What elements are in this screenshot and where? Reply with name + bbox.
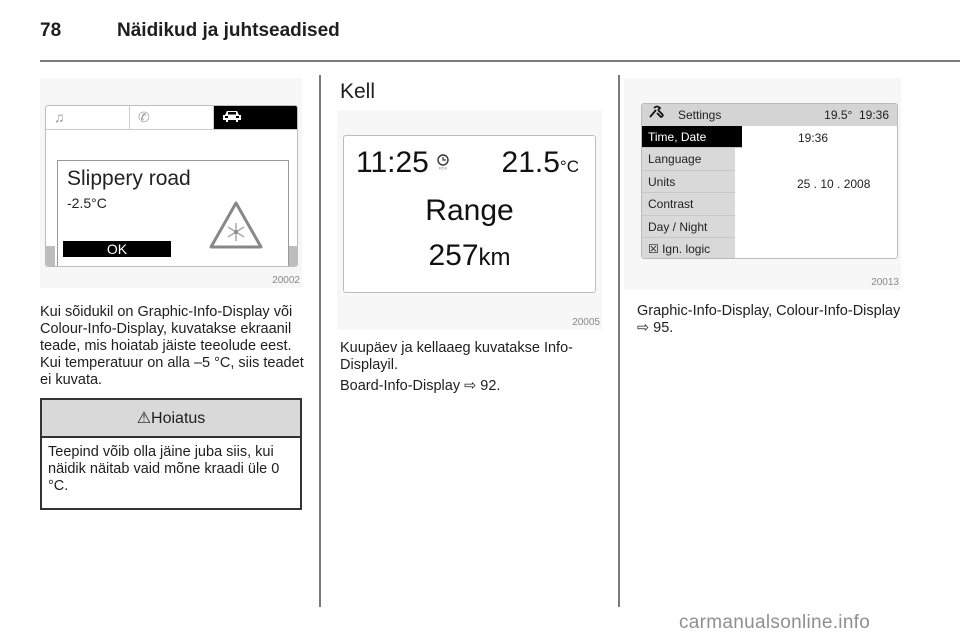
warning-message: Slippery road -2.5°C OK <box>57 160 289 266</box>
scroll-indicator <box>288 246 297 266</box>
figure-id: 20005 <box>572 317 600 328</box>
warning-header: ⚠Hoiatus <box>42 400 300 438</box>
chapter-title: Näidikud ja juhtseadised <box>117 20 340 41</box>
warning-triangle-icon: ⚠ <box>136 410 152 427</box>
tab-audio: ♫ <box>46 106 130 129</box>
settings-header: Settings 19.5° 19:36 <box>642 104 897 126</box>
wrench-icon <box>648 104 666 126</box>
outside-temperature: 21.5°C <box>501 146 579 179</box>
scroll-indicator <box>46 246 55 266</box>
car-icon <box>222 109 242 126</box>
warning-title: Hoiatus <box>151 410 206 427</box>
menu-item-day-night: Day / Night <box>642 215 735 238</box>
display-screen: ♫ ✆ Slippery road -2.5°C OK <box>45 105 298 267</box>
warning-text: Teepind võib olla jäine juba siis, kui n… <box>48 444 280 494</box>
menu-item-ign-logic: ☒ Ign. logic <box>642 237 735 258</box>
paragraph: Kuupäev ja kellaaeg kuvatakse Info-Displ… <box>340 340 573 373</box>
settings-title: Settings <box>678 108 722 122</box>
cross-reference[interactable]: Graphic-Info-Display, Colour-Info-Displa… <box>637 303 907 337</box>
svg-text:RDS: RDS <box>439 166 448 171</box>
date-value: 25 . 10 . 2008 <box>797 177 871 191</box>
paragraph: Kui sõidukil on Graphic-Info-Display või… <box>40 304 304 388</box>
message-temperature: -2.5°C <box>67 195 107 211</box>
section-title: Kell <box>340 80 376 103</box>
ok-button: OK <box>63 241 171 257</box>
warning-box: ⚠Hoiatus Teepind võib olla jäine juba si… <box>40 398 302 510</box>
menu-item-contrast: Contrast <box>642 193 735 216</box>
temperature-unit: °C <box>559 157 579 176</box>
range-label: Range <box>425 194 514 227</box>
header-divider <box>40 60 960 62</box>
watermark: carmanualsonline.info <box>679 612 871 633</box>
time-value: 19:36 <box>798 131 829 145</box>
message-title: Slippery road <box>67 167 191 190</box>
range-unit: km <box>478 244 511 271</box>
settings-figure: Settings 19.5° 19:36 Time, Date Language… <box>624 78 901 290</box>
settings-menu: Time, Date Language Units Contrast Day /… <box>642 126 742 258</box>
figure-id: 20013 <box>871 277 899 288</box>
range-value: 257km <box>428 239 511 272</box>
column-divider <box>319 75 321 607</box>
menu-item-language: Language <box>642 148 735 171</box>
menu-item-time-date: Time, Date <box>642 126 742 149</box>
menu-item-units: Units <box>642 170 735 194</box>
clock-figure: 11:25 RDS 21.5°C Range 257km 20005 <box>337 110 602 330</box>
column-divider <box>618 75 620 607</box>
page-number: 78 <box>40 20 62 41</box>
tab-vehicle <box>214 106 297 129</box>
phone-icon: ✆ <box>138 109 150 125</box>
snowflake-warning-triangle-icon <box>208 199 264 256</box>
cross-reference[interactable]: Board-Info-Display ⇨ 92. <box>340 378 605 395</box>
figure-id: 20002 <box>272 275 300 286</box>
header-status: 19.5° 19:36 <box>824 108 889 122</box>
display-screen: Settings 19.5° 19:36 Time, Date Language… <box>641 103 898 259</box>
display-screen: 11:25 RDS 21.5°C Range 257km <box>343 135 596 293</box>
tab-phone: ✆ <box>130 106 214 129</box>
clock-time: 11:25 <box>356 146 429 179</box>
rds-clock-icon: RDS <box>436 154 450 173</box>
slippery-road-figure: ♫ ✆ Slippery road -2.5°C OK 20002 <box>40 78 302 288</box>
display-tabs: ♫ ✆ <box>46 106 297 130</box>
music-note-icon: ♫ <box>54 109 65 125</box>
